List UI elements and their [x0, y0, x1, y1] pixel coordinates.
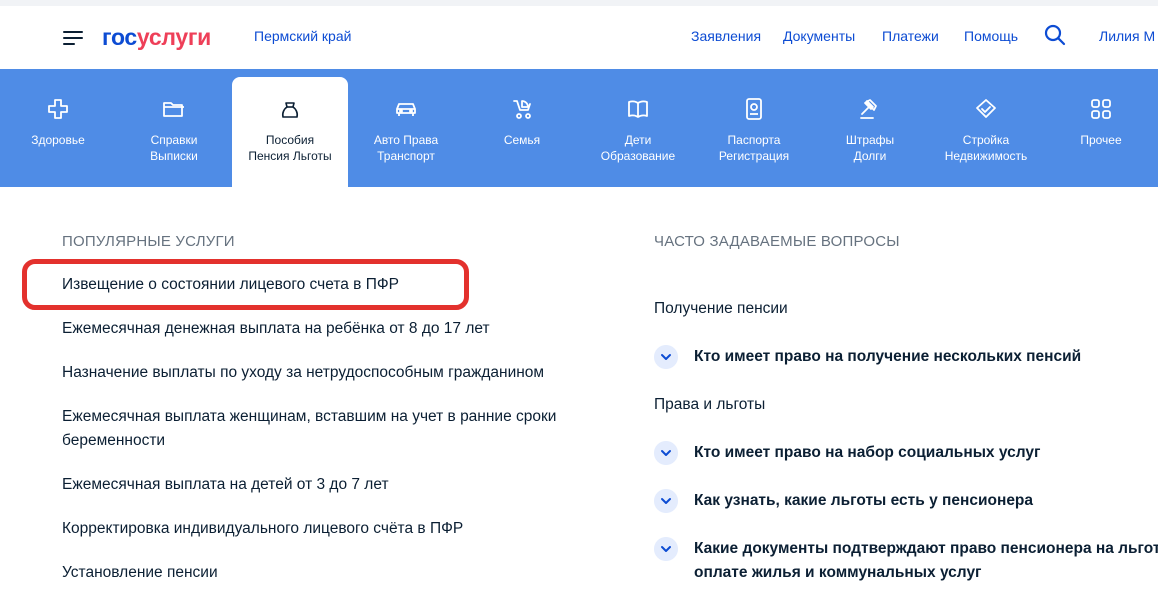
- menu-icon[interactable]: [63, 28, 85, 48]
- service-link-care-payment[interactable]: Назначение выплаты по уходу за нетрудосп…: [62, 361, 544, 385]
- category-avto[interactable]: Авто Права Транспорт: [348, 77, 464, 187]
- wallet-icon: [281, 102, 299, 118]
- chevron-down-icon[interactable]: [654, 537, 678, 561]
- nav-pomosch[interactable]: Помощь: [964, 28, 1018, 44]
- faq-category-rights: Права и льготы: [654, 396, 766, 413]
- house-icon: [976, 99, 996, 118]
- category-deti[interactable]: Дети Образование: [580, 77, 696, 187]
- faq-title: ЧАСТО ЗАДАВАЕМЫЕ ВОПРОСЫ: [654, 233, 900, 250]
- category-semya[interactable]: Семья: [464, 77, 580, 187]
- nav-platezhi[interactable]: Платежи: [882, 28, 939, 44]
- stroller-icon: [513, 100, 531, 119]
- region-selector[interactable]: Пермский край: [254, 28, 351, 44]
- service-link-child-8-17[interactable]: Ежемесячная денежная выплата на ребёнка …: [62, 317, 490, 341]
- category-zdorovie[interactable]: Здоровье: [0, 77, 116, 187]
- nav-zayavleniya[interactable]: Заявления: [691, 28, 761, 44]
- category-bar: Здоровье Справки Выписки Пособия Пенсия Ль…: [0, 69, 1158, 187]
- grid-icon: [1091, 99, 1111, 119]
- folder-icon: [163, 102, 184, 117]
- category-spravki[interactable]: Справки Выписки: [116, 77, 232, 187]
- nav-dokumenty[interactable]: Документы: [783, 28, 855, 44]
- service-link-account-correction[interactable]: Корректировка индивидуального лицевого с…: [62, 517, 463, 541]
- gavel-icon: [860, 99, 877, 119]
- service-link-child-3-7[interactable]: Ежемесячная выплата на детей от 3 до 7 л…: [62, 473, 389, 497]
- category-pasporta[interactable]: Паспорта Регистрация: [696, 77, 812, 187]
- chevron-down-icon[interactable]: [654, 345, 678, 369]
- chevron-down-icon[interactable]: [654, 489, 678, 513]
- health-cross-icon: [48, 99, 68, 119]
- service-link-pension-establishment[interactable]: Установление пенсии: [62, 561, 218, 585]
- service-link-women-early-pregnancy[interactable]: Ежемесячная выплата женщинам, вставшим н…: [62, 405, 556, 453]
- passport-icon: [746, 98, 762, 120]
- service-link-pfr-account-notice[interactable]: Извещение о состоянии лицевого счета в П…: [62, 273, 399, 297]
- gosuslugi-logo[interactable]: госуслуги: [102, 24, 211, 51]
- car-icon: [396, 103, 416, 116]
- category-posobiya[interactable]: Пособия Пенсия Льготы: [232, 77, 348, 187]
- search-icon[interactable]: [1043, 23, 1067, 47]
- user-profile-link[interactable]: Лилия М: [1099, 28, 1155, 44]
- category-prochee[interactable]: Прочее: [1043, 77, 1158, 187]
- chevron-down-icon[interactable]: [654, 441, 678, 465]
- top-header: госуслуги Пермский край Заявления Докуме…: [0, 0, 1158, 69]
- faq-category-pension: Получение пенсии: [654, 300, 788, 317]
- popular-services-title: ПОПУЛЯРНЫЕ УСЛУГИ: [62, 233, 235, 250]
- category-stroika[interactable]: Стройка Недвижимость: [928, 77, 1044, 187]
- book-icon: [628, 100, 648, 118]
- category-shtrafy[interactable]: Штрафы Долги: [812, 77, 928, 187]
